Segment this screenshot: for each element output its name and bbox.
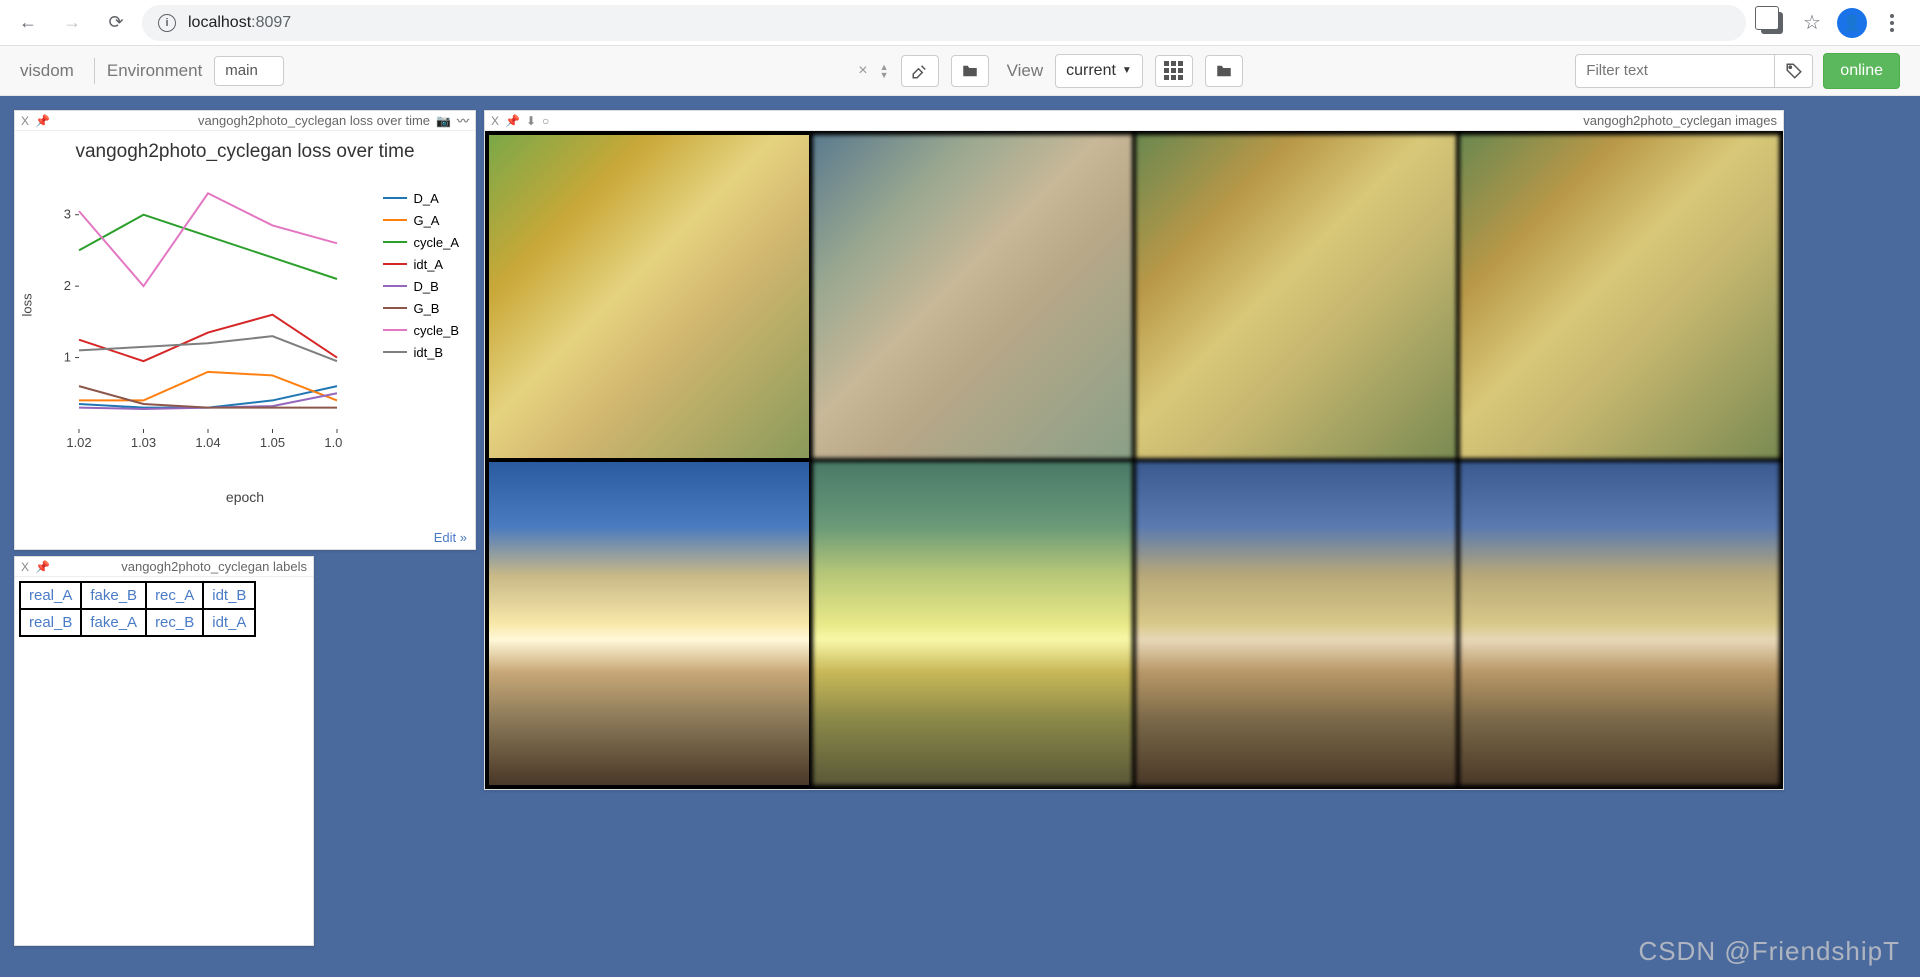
label-cell: idt_A [203,609,255,636]
chart-title: vangogh2photo_cyclegan loss over time [15,131,475,169]
image-rec-A[interactable] [1136,135,1456,458]
label-cell: fake_A [81,609,146,636]
view-select[interactable]: current▼ [1055,54,1143,88]
clear-env-button[interactable]: × [858,62,867,80]
svg-text:2: 2 [64,278,71,293]
chart-plot[interactable]: 1 2 3 1.02 1.03 1.04 1.05 1.06 [43,169,343,459]
svg-text:1.04: 1.04 [195,435,220,450]
pane-title: vangogh2photo_cyclegan loss over time [198,113,430,128]
image-fake-A[interactable] [813,462,1133,785]
save-view-button[interactable] [1205,55,1243,87]
legend-item[interactable]: cycle_A [383,231,459,253]
pane-header[interactable]: X 📌 ⬇ ○ vangogh2photo_cyclegan images [485,111,1783,131]
edit-chart-link[interactable]: Edit » [434,530,467,545]
eraser-button[interactable] [901,55,939,87]
back-button[interactable]: ← [10,5,46,41]
reset-icon[interactable]: ○ [542,114,549,128]
legend-item[interactable]: D_A [383,187,459,209]
label-cell: rec_B [146,609,203,636]
legend-item[interactable]: idt_A [383,253,459,275]
nav-separator [94,58,95,84]
environment-label: Environment [107,61,202,81]
pane-title: vangogh2photo_cyclegan images [1583,113,1777,128]
label-cell: fake_B [81,582,146,609]
watermark: CSDN @FriendshipT [1638,936,1900,967]
save-env-button[interactable] [951,55,989,87]
env-stepper[interactable]: ▲▼ [880,63,889,79]
camera-icon[interactable]: 📷 [436,114,451,128]
bookmark-star-icon[interactable]: ☆ [1794,5,1830,41]
grid-layout-button[interactable] [1155,55,1193,87]
image-rec-B[interactable] [1136,462,1456,785]
image-idt-B[interactable] [1460,135,1780,458]
translate-icon[interactable] [1754,5,1790,41]
image-idt-A[interactable] [1460,462,1780,785]
download-icon[interactable]: ⬇ [526,114,536,128]
attach-pane-icon[interactable]: 📌 [505,114,520,128]
visdom-navbar: visdom Environment main × ▲▼ View curren… [0,46,1920,96]
close-pane-icon[interactable]: X [21,560,29,574]
close-pane-icon[interactable]: X [491,114,499,128]
loss-chart-pane[interactable]: X 📌 vangogh2photo_cyclegan loss over tim… [14,110,476,550]
image-grid [485,131,1783,789]
reload-button[interactable]: ⟳ [98,5,134,41]
labels-pane[interactable]: X 📌 vangogh2photo_cyclegan labels real_A… [14,556,314,946]
image-real-B[interactable] [489,462,809,785]
attach-pane-icon[interactable]: 📌 [35,560,50,574]
attach-pane-icon[interactable]: 📌 [35,114,50,128]
trace-toggle-icon[interactable]: 〰 [457,112,469,129]
svg-text:1.02: 1.02 [66,435,91,450]
legend-item[interactable]: G_B [383,297,459,319]
svg-text:1.06: 1.06 [324,435,343,450]
environment-select[interactable]: main [214,56,284,86]
legend-item[interactable]: cycle_B [383,319,459,341]
pane-header[interactable]: X 📌 vangogh2photo_cyclegan loss over tim… [15,111,475,131]
close-pane-icon[interactable]: X [21,114,29,128]
forward-button[interactable]: → [54,5,90,41]
label-cell: rec_A [146,582,203,609]
y-axis-label: loss [20,293,35,316]
label-cell: real_A [20,582,81,609]
pane-header[interactable]: X 📌 vangogh2photo_cyclegan labels [15,557,313,577]
svg-text:1.03: 1.03 [131,435,156,450]
x-axis-label: epoch [15,489,475,505]
brand-label: visdom [20,61,74,81]
status-button[interactable]: online [1823,53,1900,89]
svg-text:3: 3 [64,207,71,222]
legend-item[interactable]: G_A [383,209,459,231]
chart-legend[interactable]: D_AG_Acycle_Aidt_AD_BG_Bcycle_Bidt_B [383,187,459,363]
legend-item[interactable]: D_B [383,275,459,297]
filter-tag-button[interactable] [1775,54,1813,88]
browser-menu-button[interactable] [1874,5,1910,41]
image-fake-B[interactable] [813,135,1133,458]
label-cell: idt_B [203,582,255,609]
profile-avatar[interactable]: 👤 [1834,5,1870,41]
address-bar[interactable]: i localhost:8097 [142,5,1746,41]
label-cell: real_B [20,609,81,636]
pane-title: vangogh2photo_cyclegan labels [121,559,307,574]
svg-text:1.05: 1.05 [260,435,285,450]
browser-chrome: ← → ⟳ i localhost:8097 ☆ 👤 [0,0,1920,46]
filter-input[interactable] [1575,54,1775,88]
legend-item[interactable]: idt_B [383,341,459,363]
image-real-A[interactable] [489,135,809,458]
images-pane[interactable]: X 📌 ⬇ ○ vangogh2photo_cyclegan images [484,110,1784,790]
workspace: X 📌 vangogh2photo_cyclegan loss over tim… [0,96,1920,977]
view-label: View [1007,61,1044,81]
labels-table: real_Afake_Brec_Aidt_B real_Bfake_Arec_Bi… [19,581,256,637]
svg-text:1: 1 [64,350,71,365]
site-info-icon[interactable]: i [158,14,176,32]
url-text: localhost:8097 [188,14,291,32]
